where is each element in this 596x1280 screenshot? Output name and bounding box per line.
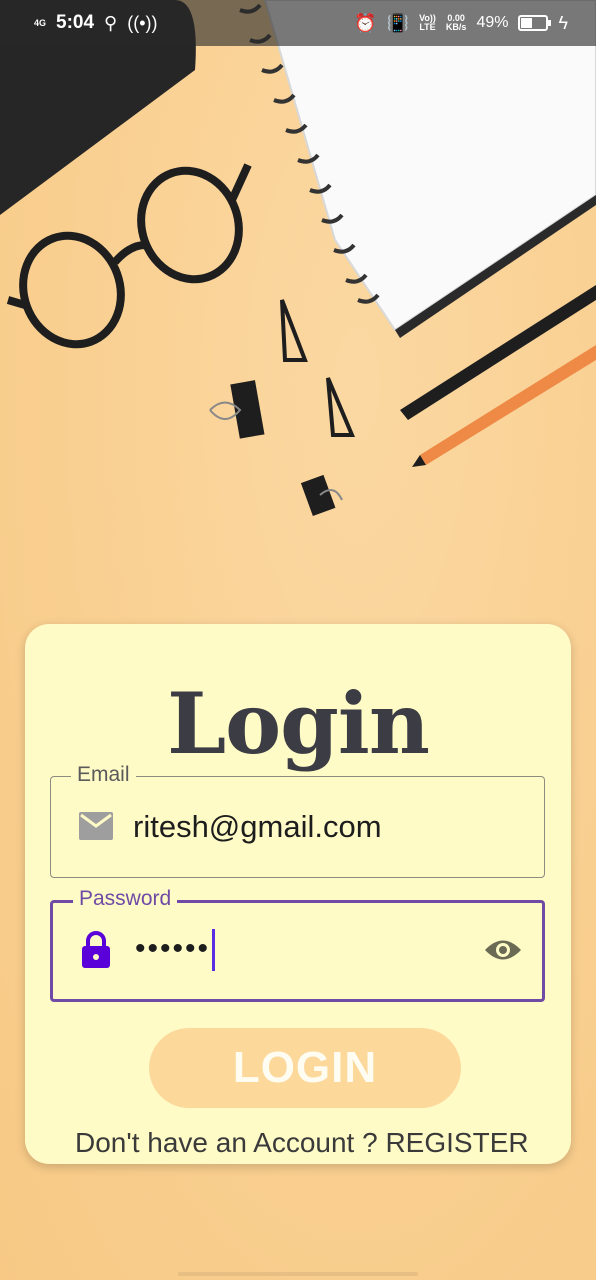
- hotspot-icon: ((•)): [127, 12, 158, 33]
- visibility-toggle-icon[interactable]: [484, 937, 522, 968]
- login-card: Login Email ritesh@gmail.com Password ••…: [25, 624, 571, 1164]
- password-value: ••••••: [135, 932, 211, 966]
- battery-percent: 49%: [476, 14, 509, 31]
- network-type: 4G: [34, 17, 47, 28]
- vibrate-icon: 📳: [386, 12, 410, 33]
- status-bar: 4G 5:04 ⚲ ((•)) ⏰ 📳 Vo)) LTE 0.00 KB/s 4…: [0, 0, 596, 46]
- password-label: Password: [73, 887, 178, 911]
- email-label: Email: [71, 763, 136, 787]
- register-link[interactable]: REGISTER: [385, 1127, 528, 1158]
- network-speed: 0.00 KB/s: [446, 14, 467, 32]
- speed-bottom: KB/s: [445, 22, 467, 32]
- charging-icon: ϟ: [558, 12, 568, 33]
- usb-icon: ⚲: [104, 12, 118, 33]
- volte-bottom: LTE: [419, 22, 436, 32]
- battery-fill: [521, 18, 533, 28]
- register-row: Don't have an Account ? REGISTER: [75, 1127, 529, 1159]
- text-cursor: [212, 929, 216, 971]
- gesture-bar[interactable]: [178, 1272, 418, 1276]
- email-icon: [79, 812, 113, 845]
- login-title: Login: [167, 674, 430, 773]
- register-prompt: Don't have an Account ?: [75, 1127, 378, 1158]
- status-time: 5:04: [56, 12, 95, 33]
- battery-icon: [518, 15, 552, 31]
- email-value: ritesh@gmail.com: [133, 809, 382, 844]
- desk-illustration: [0, 0, 596, 517]
- alarm-icon: ⏰: [354, 12, 377, 33]
- login-button[interactable]: LOGIN: [149, 1028, 461, 1108]
- lock-icon: [81, 931, 111, 974]
- volte-indicator: Vo)) LTE: [419, 14, 436, 32]
- email-field[interactable]: Email ritesh@gmail.com: [50, 763, 545, 878]
- password-field[interactable]: Password ••••••: [50, 887, 545, 1002]
